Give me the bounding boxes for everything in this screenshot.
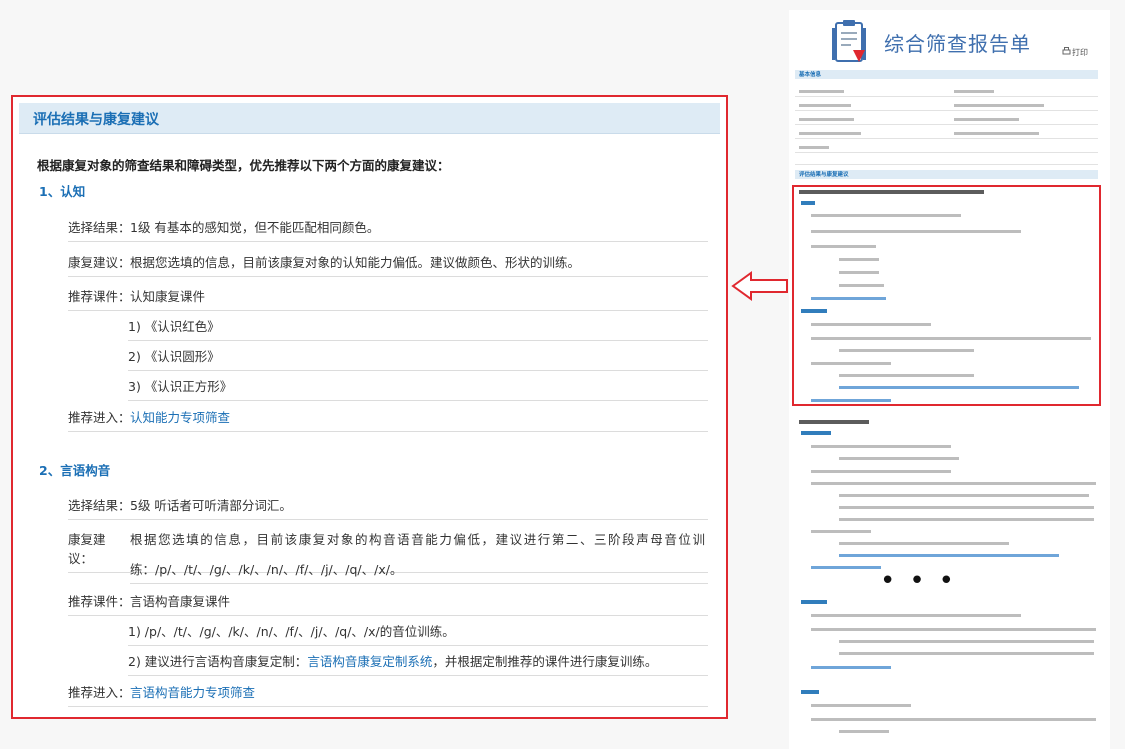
result-row: 选择结果：5级 听话者可听清部分词汇。 bbox=[68, 495, 708, 520]
advice-row: 康复建议：根据您选填的信息，目前该康复对象的认知能力偏低。建议做颜色、形状的训练… bbox=[68, 252, 708, 277]
section-header-title: 评估结果与康复建议 bbox=[33, 112, 159, 128]
text-placeholder bbox=[839, 554, 1059, 557]
course-item-text: 2) 建议进行言语构音康复定制： bbox=[128, 654, 308, 669]
text-placeholder bbox=[954, 90, 994, 93]
entry-row: 推荐进入：认知能力专项筛查 bbox=[68, 407, 708, 432]
basic-info-title: 基本信息 bbox=[799, 72, 822, 78]
divider bbox=[795, 138, 1098, 139]
text-placeholder bbox=[839, 730, 889, 733]
text-placeholder bbox=[839, 652, 1094, 655]
result-label: 选择结果： bbox=[68, 498, 131, 513]
section-title-articulation: 2、言语构音 bbox=[39, 463, 111, 478]
divider bbox=[795, 110, 1098, 111]
result-value: 1级 有基本的感知觉，但不能匹配相同颜色。 bbox=[130, 220, 380, 235]
text-placeholder bbox=[954, 104, 1044, 107]
course-row: 推荐课件：认知康复课件 bbox=[68, 286, 708, 311]
course-item: 1) /p/、/t/、/g/、/k/、/n/、/f/、/j/、/q/、/x/的音… bbox=[128, 621, 708, 646]
text-placeholder bbox=[954, 118, 1019, 121]
course-value: 言语构音康复课件 bbox=[130, 594, 231, 609]
highlight-box bbox=[792, 185, 1101, 406]
course-item-text: ，并根据定制推荐的课件进行康复训练。 bbox=[432, 654, 658, 669]
text-placeholder bbox=[799, 146, 829, 149]
divider bbox=[795, 96, 1098, 97]
section-title-cognition: 1、认知 bbox=[39, 184, 86, 199]
articulation-screening-link[interactable]: 言语构音能力专项筛查 bbox=[130, 685, 255, 700]
section-header: 评估结果与康复建议 bbox=[19, 103, 720, 134]
clipboard-icon bbox=[832, 20, 866, 62]
printer-icon[interactable] bbox=[1062, 47, 1071, 56]
text-placeholder bbox=[801, 600, 827, 604]
text-placeholder bbox=[954, 132, 1039, 135]
articulation-custom-system-link[interactable]: 言语构音康复定制系统 bbox=[307, 654, 432, 669]
entry-label: 推荐进入： bbox=[68, 410, 131, 425]
basic-info-bar: 基本信息 bbox=[795, 70, 1098, 79]
result-label: 选择结果： bbox=[68, 220, 131, 235]
entry-row: 推荐进入：言语构音能力专项筛查 bbox=[68, 682, 708, 707]
zoomed-evaluation-panel: 评估结果与康复建议 根据康复对象的筛查结果和障碍类型，优先推荐以下两个方面的康复… bbox=[11, 95, 728, 719]
course-item: 1) 《认识红色》 bbox=[128, 316, 708, 341]
text-placeholder bbox=[839, 494, 1089, 497]
entry-label: 推荐进入： bbox=[68, 685, 131, 700]
text-placeholder bbox=[811, 530, 871, 533]
text-placeholder bbox=[811, 666, 891, 669]
text-placeholder bbox=[811, 614, 1021, 617]
text-placeholder bbox=[839, 506, 1094, 509]
advice-label: 康复建议： bbox=[68, 532, 106, 566]
left-arrow-icon bbox=[731, 271, 788, 301]
result-row: 选择结果：1级 有基本的感知觉，但不能匹配相同颜色。 bbox=[68, 217, 708, 242]
course-label: 推荐课件： bbox=[68, 594, 131, 609]
text-placeholder bbox=[811, 718, 1096, 721]
intro-text: 根据康复对象的筛查结果和障碍类型，优先推荐以下两个方面的康复建议： bbox=[37, 158, 450, 173]
text-placeholder bbox=[839, 640, 1094, 643]
text-placeholder bbox=[839, 518, 1094, 521]
advice-continuation: 练：/p/、/t/、/g/、/k/、/n/、/f/、/j/、/q/、/x/。 bbox=[130, 559, 708, 584]
text-placeholder bbox=[801, 690, 819, 694]
text-placeholder bbox=[799, 132, 861, 135]
text-placeholder bbox=[811, 628, 1096, 631]
text-placeholder bbox=[839, 457, 959, 460]
text-placeholder bbox=[799, 90, 844, 93]
course-label: 推荐课件： bbox=[68, 289, 131, 304]
cognition-screening-link[interactable]: 认知能力专项筛查 bbox=[130, 410, 230, 425]
text-placeholder bbox=[799, 118, 854, 121]
text-placeholder bbox=[799, 420, 869, 424]
text-placeholder bbox=[811, 482, 1096, 485]
text-placeholder bbox=[811, 445, 951, 448]
divider bbox=[795, 164, 1098, 165]
advice-value: 根据您选填的信息，目前该康复对象的构音语音能力偏低，建议进行第二、三阶段声母音位… bbox=[130, 532, 705, 547]
divider bbox=[795, 152, 1098, 153]
result-value: 5级 听话者可听清部分词汇。 bbox=[130, 498, 292, 513]
advice-value: 根据您选填的信息，目前该康复对象的认知能力偏低。建议做颜色、形状的训练。 bbox=[130, 255, 581, 270]
text-placeholder bbox=[801, 431, 831, 435]
course-item: 3) 《认识正方形》 bbox=[128, 376, 708, 401]
text-placeholder bbox=[839, 542, 1009, 545]
report-title: 综合筛查报告单 bbox=[884, 32, 1031, 56]
print-button[interactable]: 打印 bbox=[1072, 47, 1088, 58]
text-placeholder bbox=[811, 566, 881, 569]
course-row: 推荐课件：言语构音康复课件 bbox=[68, 591, 708, 616]
advice-label: 康复建议： bbox=[68, 255, 131, 270]
text-placeholder bbox=[811, 470, 951, 473]
divider bbox=[795, 124, 1098, 125]
course-value: 认知康复课件 bbox=[130, 289, 206, 304]
ellipsis-dots: ••• bbox=[880, 566, 969, 596]
evaluation-bar: 评估结果与康复建议 bbox=[795, 170, 1098, 179]
course-item: 2) 《认识圆形》 bbox=[128, 346, 708, 371]
evaluation-bar-title: 评估结果与康复建议 bbox=[799, 172, 849, 178]
text-placeholder bbox=[811, 704, 911, 707]
text-placeholder bbox=[799, 104, 851, 107]
course-item: 2) 建议进行言语构音康复定制：言语构音康复定制系统，并根据定制推荐的课件进行康… bbox=[128, 651, 708, 676]
